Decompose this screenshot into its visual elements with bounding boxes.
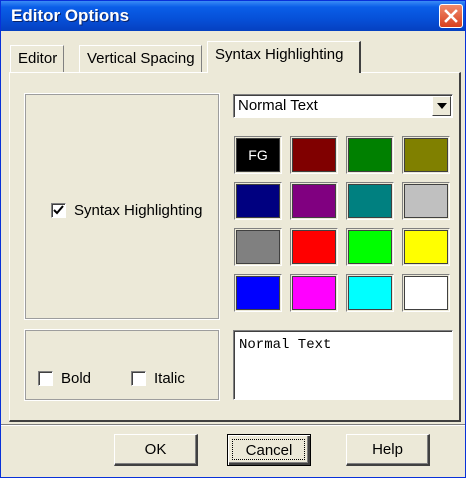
color-swatch[interactable] (402, 182, 450, 220)
color-swatch-fill (404, 230, 448, 264)
chevron-down-icon (437, 103, 447, 109)
color-swatch[interactable] (234, 274, 282, 312)
window-title: Editor Options (11, 6, 130, 25)
element-select-dropdown-button[interactable] (432, 96, 451, 116)
color-swatch-fill (348, 138, 392, 172)
color-swatch[interactable] (290, 136, 338, 174)
element-select[interactable]: Normal Text (233, 94, 453, 118)
bold-checkbox-box[interactable] (38, 371, 53, 386)
syntax-highlighting-label: Syntax Highlighting (74, 202, 203, 219)
color-swatch-fill (292, 230, 336, 264)
fg-indicator-label: FG (248, 147, 268, 163)
help-button[interactable]: Help (346, 434, 430, 466)
checkmark-icon (53, 205, 64, 215)
color-swatch-fill (348, 184, 392, 218)
bottom-separator (1, 424, 465, 426)
cancel-button[interactable]: Cancel (227, 434, 311, 466)
color-swatch[interactable] (234, 182, 282, 220)
preview-text: Normal Text (239, 337, 332, 353)
tab-syntax-highlighting[interactable]: Syntax Highlighting (207, 41, 361, 73)
color-swatch-fill (348, 230, 392, 264)
color-swatch[interactable]: FG (234, 136, 282, 174)
bold-label: Bold (61, 370, 92, 387)
preview-box: Normal Text (233, 330, 453, 400)
color-swatch[interactable] (290, 182, 338, 220)
color-swatch-fill (404, 184, 448, 218)
color-swatch[interactable] (402, 274, 450, 312)
tab-editor[interactable]: Editor (10, 45, 65, 72)
syntax-highlighting-checkbox[interactable]: Syntax Highlighting (51, 202, 202, 219)
help-label: Help (372, 441, 403, 458)
close-button[interactable] (439, 4, 463, 28)
color-swatch-fill (404, 138, 448, 172)
italic-checkbox[interactable]: Italic (131, 370, 185, 387)
color-swatch[interactable] (346, 182, 394, 220)
color-swatch[interactable] (346, 136, 394, 174)
color-swatch-fill: FG (236, 138, 280, 172)
focus-rectangle (232, 439, 305, 460)
color-swatch-fill (236, 276, 280, 310)
color-swatch-fill (404, 276, 448, 310)
italic-checkbox-box[interactable] (131, 371, 146, 386)
color-swatch[interactable] (346, 228, 394, 266)
color-swatch[interactable] (234, 228, 282, 266)
font-style-group (24, 329, 220, 401)
tab-vertical-spacing[interactable]: Vertical Spacing (79, 45, 202, 72)
element-select-value: Normal Text (238, 97, 318, 114)
ok-button[interactable]: OK (114, 434, 198, 466)
color-swatch-fill (292, 184, 336, 218)
editor-options-dialog: Editor Options Editor Vertical Spacing S… (0, 0, 466, 478)
color-swatch-fill (236, 184, 280, 218)
color-swatch[interactable] (290, 228, 338, 266)
checkbox-box[interactable] (51, 203, 66, 218)
color-swatch[interactable] (346, 274, 394, 312)
color-swatch-fill (292, 138, 336, 172)
color-swatch-fill (292, 276, 336, 310)
ok-label: OK (144, 441, 167, 458)
title-bar[interactable]: Editor Options (1, 1, 465, 31)
italic-label: Italic (154, 370, 185, 387)
color-swatch[interactable] (402, 228, 450, 266)
color-swatch[interactable] (402, 136, 450, 174)
bold-checkbox[interactable]: Bold (38, 370, 91, 387)
close-icon (444, 9, 458, 23)
color-swatch[interactable] (290, 274, 338, 312)
color-swatch-fill (348, 276, 392, 310)
color-swatch-fill (236, 230, 280, 264)
